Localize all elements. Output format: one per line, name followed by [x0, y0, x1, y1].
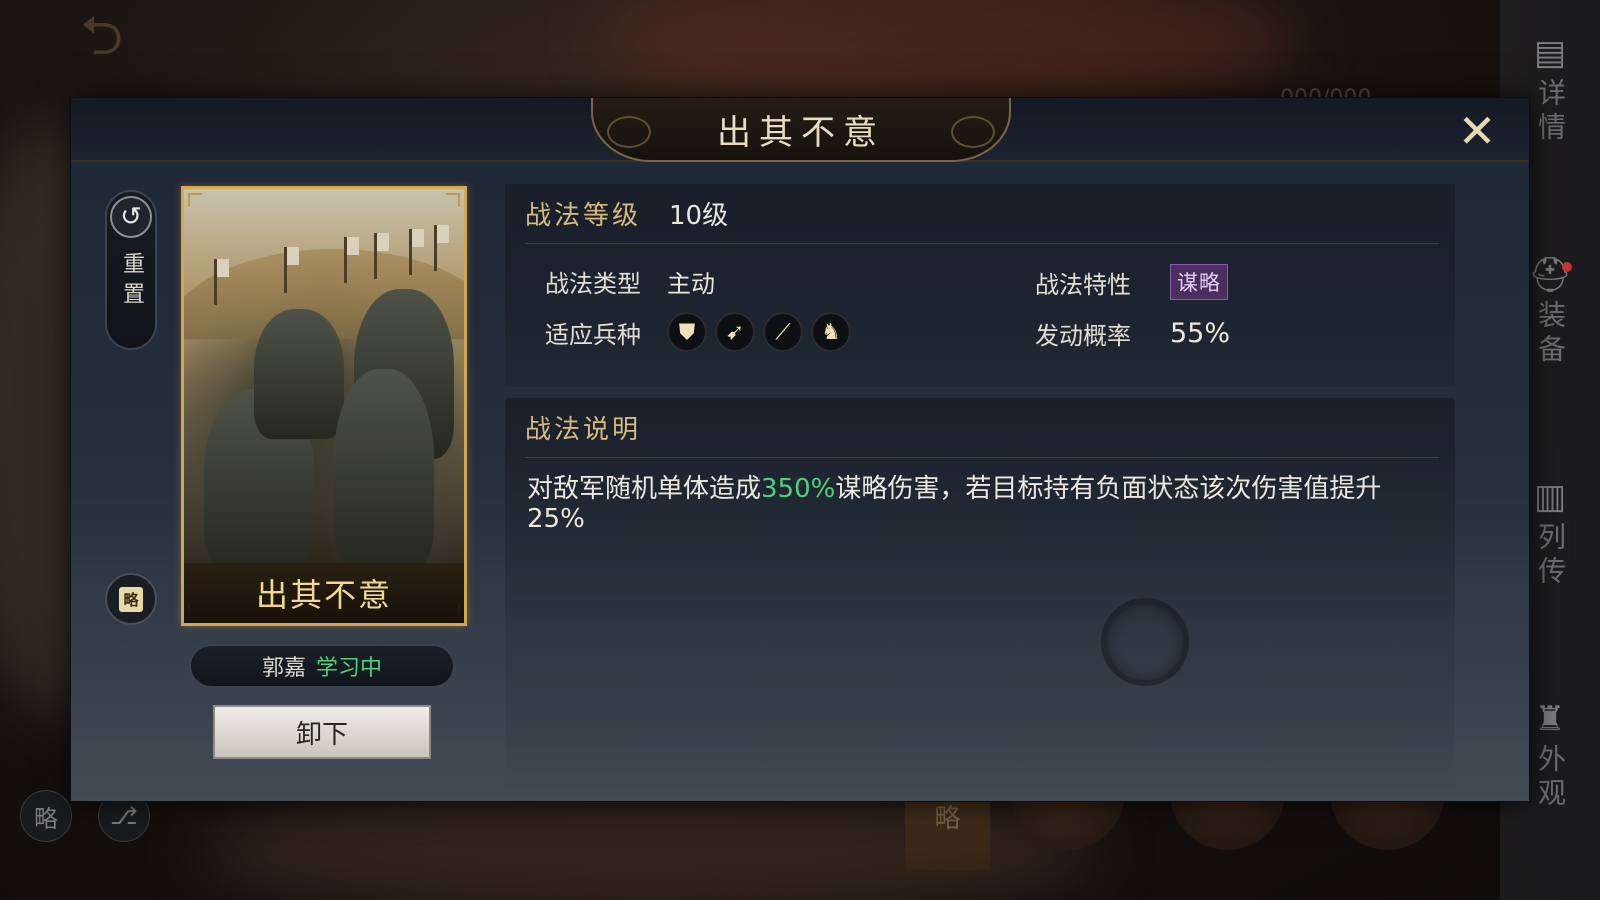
brief-button[interactable]: 略	[105, 573, 157, 625]
robe-icon: ♜	[1534, 699, 1566, 739]
modal-header: 出其不意 ✕	[71, 98, 1529, 162]
side-item-label: 详情	[1534, 78, 1567, 146]
chance-row: 发动概率 55%	[1035, 316, 1230, 351]
trait-badge: 谋略	[1170, 264, 1228, 300]
bow-icon: ➹	[715, 312, 755, 352]
description-head: 战法说明	[525, 398, 1439, 458]
horse-icon: ♞	[811, 312, 851, 352]
modal-title: 出其不意	[717, 112, 885, 153]
troops-row: 适应兵种 ⛊ ➹ ⟋ ♞	[545, 312, 851, 352]
trait-row: 战法特性 谋略	[1035, 264, 1228, 300]
background-strategy-tab[interactable]: 略	[905, 790, 990, 870]
level-value: 10级	[669, 201, 729, 231]
type-row: 战法类型 主动	[545, 264, 715, 299]
tactic-detail-modal: 出其不意 ✕ ↺ 重置 略 出其不意 郭嘉 学习中 卸下 战法等级 10级 战法…	[70, 97, 1530, 802]
level-label: 战法等级	[525, 201, 642, 231]
loading-spinner-icon	[1101, 598, 1189, 686]
side-item-label: 装备	[1534, 300, 1567, 368]
helmet-icon: ⛑	[1528, 255, 1572, 295]
close-button[interactable]: ✕	[1453, 108, 1501, 156]
brief-icon: 略	[119, 586, 143, 612]
strategy-shortcut-button[interactable]: 略	[20, 790, 72, 842]
side-item-label: 列传	[1534, 522, 1567, 590]
type-label: 战法类型	[545, 270, 641, 298]
card-name: 出其不意	[255, 576, 392, 614]
reset-label: 重置	[119, 252, 144, 312]
back-arrow-icon[interactable]: ⮌	[80, 8, 170, 64]
level-row: 战法等级 10级	[525, 184, 1439, 244]
trait-label: 战法特性	[1035, 270, 1131, 299]
chance-value: 55%	[1170, 318, 1231, 349]
undo-icon: ↺	[110, 196, 152, 238]
unequip-button[interactable]: 卸下	[213, 705, 431, 759]
tactic-attributes-panel: 战法等级 10级 战法类型 主动 战法特性 谋略 适应兵种 ⛊ ➹ ⟋ ♞ 发动…	[505, 184, 1455, 387]
description-highlight-value: 350%	[761, 474, 836, 504]
tactic-card-art	[184, 189, 464, 569]
type-value: 主动	[667, 270, 715, 298]
learner-status: 学习中	[316, 656, 383, 681]
tactic-description-panel: 战法说明 对敌军随机单体造成350%谋略伤害，若目标持有负面状态该次伤害值提升2…	[505, 398, 1455, 798]
troop-icons: ⛊ ➹ ⟋ ♞	[667, 312, 851, 352]
chance-label: 发动概率	[1035, 322, 1131, 350]
shield-icon: ⛊	[667, 312, 707, 352]
spear-icon: ⟋	[763, 312, 803, 352]
tactic-card: 出其不意	[181, 186, 467, 626]
troops-label: 适应兵种	[545, 320, 641, 349]
title-plate: 出其不意	[591, 98, 1011, 162]
side-item-label: 外观	[1534, 744, 1567, 812]
description-text-before: 对敌军随机单体造成	[527, 474, 762, 504]
description-text: 对敌军随机单体造成350%谋略伤害，若目标持有负面状态该次伤害值提升25%	[527, 474, 1427, 534]
description-heading: 战法说明	[525, 415, 642, 445]
learner-name: 郭嘉	[261, 656, 306, 681]
book-icon: ▥	[1533, 477, 1567, 517]
card-name-band: 出其不意	[184, 563, 464, 623]
notification-dot	[1562, 262, 1572, 272]
scroll-icon: ▤	[1533, 33, 1567, 73]
close-icon: ✕	[1457, 104, 1497, 158]
learner-status-pill: 郭嘉 学习中	[189, 644, 455, 688]
reset-button[interactable]: ↺ 重置	[105, 190, 157, 350]
